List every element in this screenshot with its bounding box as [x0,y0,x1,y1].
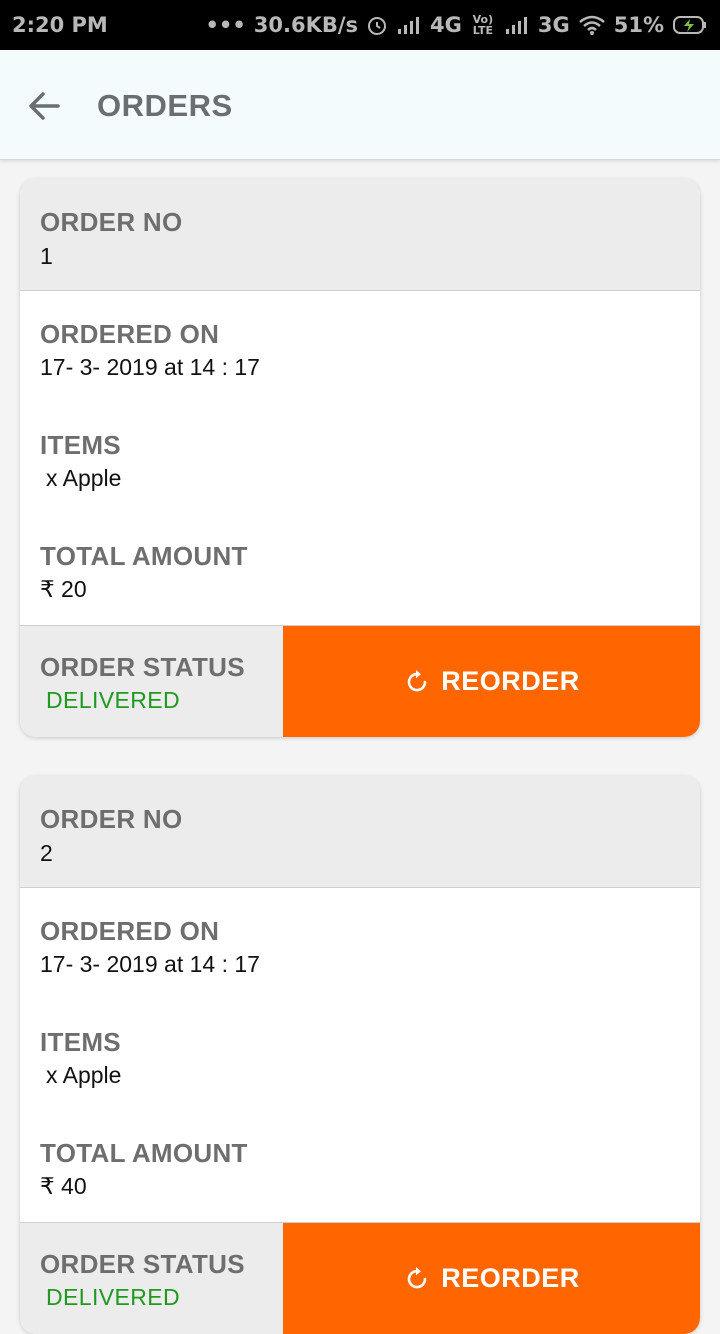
order-status-cell: ORDER STATUS DELIVERED [20,1223,283,1334]
order-no-value: 2 [40,840,53,866]
total-amount-value: ₹ 20 [40,576,87,602]
order-card: ORDER NO 2 ORDERED ON 17- 3- 2019 at 14 … [20,776,700,1334]
status-bar: 2:20 PM ••• 30.6KB/s 4G Vo) LTE 3G 51% [0,0,720,50]
signal-icon [396,15,422,35]
order-status-cell: ORDER STATUS DELIVERED [20,626,283,737]
items-value: x Apple [46,465,122,491]
ordered-on-value: 17- 3- 2019 at 14 : 17 [40,354,260,380]
total-amount-label: TOTAL AMOUNT [40,541,248,571]
order-no-label: ORDER NO [40,804,183,834]
app-header: ORDERS [0,50,720,160]
ordered-on-label: ORDERED ON [40,319,220,349]
items-label: ITEMS [40,1027,121,1057]
order-card-footer: ORDER STATUS DELIVERED REORDER [20,1222,700,1334]
reorder-button[interactable]: REORDER [283,1223,700,1334]
order-card: ORDER NO 1 ORDERED ON 17- 3- 2019 at 14 … [20,179,700,737]
order-no-value: 1 [40,243,53,269]
items-label: ITEMS [40,430,121,460]
order-card-header: ORDER NO 1 [20,179,700,291]
total-amount-value: ₹ 40 [40,1173,87,1199]
order-status-label: ORDER STATUS [40,1249,245,1279]
signal-icon [504,15,530,35]
reorder-button[interactable]: REORDER [283,626,700,737]
network-4g-label: 4G [430,13,462,37]
network-speed: 30.6KB/s [253,13,359,37]
order-no-label: ORDER NO [40,207,183,237]
arrow-left-icon [29,92,60,120]
refresh-icon [407,669,427,691]
ordered-on-value: 17- 3- 2019 at 14 : 17 [40,951,260,977]
order-card-body: ORDERED ON 17- 3- 2019 at 14 : 17 ITEMS … [22,291,698,625]
network-3g-label: 3G [537,13,570,37]
status-badge: DELIVERED [46,1284,180,1310]
back-button[interactable] [22,84,66,128]
alarm-icon [366,14,388,36]
dots-icon: ••• [205,13,246,37]
items-value: x Apple [46,1062,122,1088]
total-amount-label: TOTAL AMOUNT [40,1138,248,1168]
status-badge: DELIVERED [46,687,180,713]
volte-icon: Vo) LTE [472,13,494,37]
wifi-icon [578,14,606,36]
battery-charging-icon [672,14,708,36]
battery-level: 51% [613,13,664,37]
order-card-header: ORDER NO 2 [20,776,700,888]
order-status-label: ORDER STATUS [40,652,245,682]
reorder-label: REORDER [441,666,580,696]
order-card-footer: ORDER STATUS DELIVERED REORDER [20,625,700,737]
status-time: 2:20 PM [12,13,108,37]
refresh-icon [407,1266,427,1288]
status-icons: ••• 30.6KB/s 4G Vo) LTE 3G 51% [205,13,708,37]
reorder-label: REORDER [441,1263,580,1293]
order-card-body: ORDERED ON 17- 3- 2019 at 14 : 17 ITEMS … [22,888,698,1222]
page-title: ORDERS [97,88,233,123]
ordered-on-label: ORDERED ON [40,916,220,946]
